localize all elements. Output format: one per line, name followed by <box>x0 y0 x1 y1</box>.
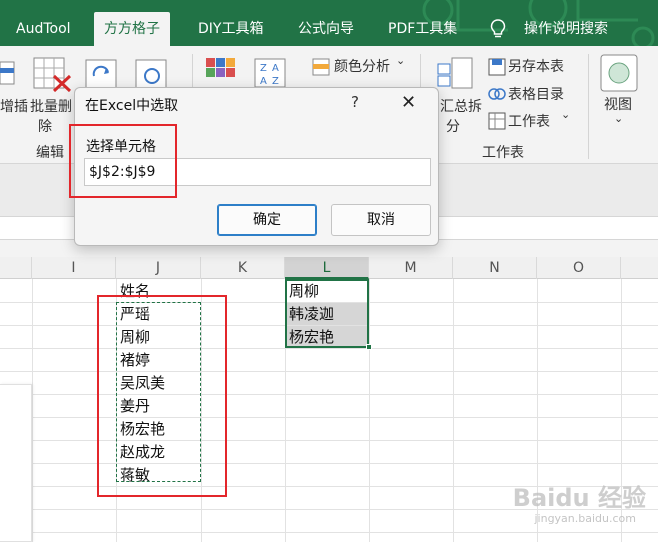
annotation-box-input <box>69 124 177 198</box>
group-label-worksheet: 工作表 <box>482 145 524 161</box>
color-analysis-button[interactable]: 颜色分析 <box>334 56 390 76</box>
column-header-m[interactable]: M <box>369 257 453 279</box>
color-analysis-icon <box>312 58 330 76</box>
cancel-button[interactable]: 取消 <box>331 204 431 236</box>
tab-fangfang[interactable]: 方方格子 <box>94 12 170 46</box>
chevron-down-icon: ⌄ <box>396 54 406 67</box>
side-panel-edge <box>0 384 32 542</box>
selected-range-border <box>285 279 369 348</box>
insert-icon <box>0 61 15 85</box>
column-header-o[interactable]: O <box>537 257 621 279</box>
worksheet-menu-button[interactable]: 工作表 <box>508 111 550 131</box>
color-blocks-icon <box>206 58 235 77</box>
tab-diy-toolbox[interactable]: DIY工具箱 <box>188 12 273 46</box>
svg-text:A: A <box>272 63 279 74</box>
fill-handle[interactable] <box>366 344 372 350</box>
sort-az-icon: Z A A Z <box>254 58 286 88</box>
tell-me-search[interactable]: 操作说明搜索 <box>514 12 618 46</box>
annotation-box-names <box>97 295 227 497</box>
save-as-button[interactable]: 另存本表 <box>508 56 564 76</box>
svg-text:A: A <box>260 76 267 87</box>
help-button[interactable]: ? <box>351 93 359 111</box>
batch-delete-button[interactable]: 批量删 <box>30 96 72 116</box>
summary-split-button[interactable]: 汇总拆 <box>440 96 482 116</box>
watermark-logo: Baidu 经验 <box>512 484 646 512</box>
tab-audtool[interactable]: AudTool <box>6 12 81 46</box>
tab-formula-wizard[interactable]: 公式向导 <box>288 12 364 46</box>
column-header-i[interactable]: I <box>32 257 116 279</box>
close-icon[interactable]: ✕ <box>401 92 416 113</box>
column-header-prev[interactable] <box>0 257 32 279</box>
dialog-title: 在Excel中选取 <box>85 98 179 114</box>
svg-text:Z: Z <box>272 76 279 87</box>
save-as-icon <box>488 58 506 76</box>
watermark-url: jingyan.baidu.com <box>534 512 636 525</box>
tab-pdf-tools[interactable]: PDF工具集 <box>378 12 467 46</box>
chevron-down-icon-3: ⌄ <box>614 112 624 125</box>
summary-split-icon <box>437 57 473 89</box>
insert-label[interactable]: 增插 <box>0 96 28 116</box>
summary-split-button-line2: 分 <box>446 119 460 135</box>
sheet-directory-button[interactable]: 表格目录 <box>508 84 564 104</box>
view-icon <box>600 54 638 92</box>
column-headers: I J K L M N O <box>0 257 658 279</box>
column-header-l[interactable]: L <box>285 257 369 279</box>
svg-text:Z: Z <box>260 63 267 74</box>
chevron-down-icon-2: ⌄ <box>561 108 571 121</box>
sheet-directory-icon <box>488 88 506 100</box>
worksheet-icon <box>488 112 506 130</box>
ribbon-tab-bar: AudTool 方方格子 DIY工具箱 公式向导 PDF工具集 操作说明搜索 <box>0 0 658 46</box>
batch-delete-button-line2: 除 <box>38 119 52 135</box>
column-header-j[interactable]: J <box>116 257 201 279</box>
lightbulb-icon <box>490 19 506 38</box>
column-header-k[interactable]: K <box>201 257 285 279</box>
ok-button[interactable]: 确定 <box>217 204 317 236</box>
column-header-n[interactable]: N <box>453 257 537 279</box>
view-button[interactable]: 视图 <box>604 94 632 114</box>
batch-delete-icon <box>33 57 72 92</box>
group-label-edit: 编辑 <box>36 145 64 161</box>
